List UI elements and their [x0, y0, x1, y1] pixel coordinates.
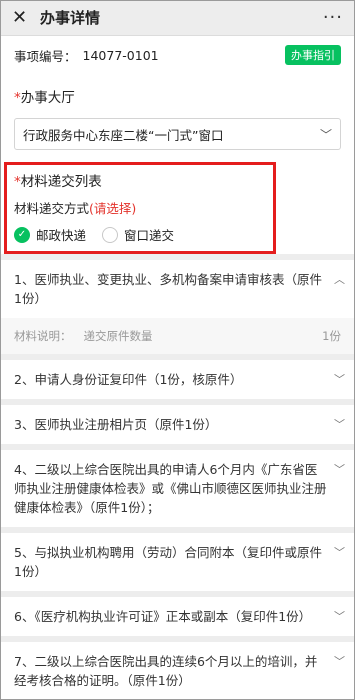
material-detail-count: 1份 — [322, 329, 341, 343]
list-item[interactable]: 1、医师执业、变更执业、多机构备案申请审核表（原件1份） ︿ — [0, 260, 355, 318]
close-icon[interactable]: ✕ — [12, 7, 34, 28]
list-item-text: 5、与拟执业机构聘用（劳动）合同附本（复印件或原件1份） — [14, 545, 322, 579]
chevron-down-icon: ﹀ — [334, 418, 345, 431]
chevron-down-icon: ﹀ — [319, 127, 332, 142]
item-id-row: 事项编号： 14077-0101 办事指引 — [0, 36, 355, 66]
chevron-down-icon: ﹀ — [334, 546, 345, 559]
list-item-text: 2、申请人身份证复印件（1份，核原件） — [14, 372, 243, 387]
material-section: *材料递交列表 材料递交方式(请选择) ✓ 邮政快递 窗口递交 — [0, 162, 355, 254]
material-detail-label: 材料说明： — [14, 329, 72, 343]
list-item[interactable]: 4、二级以上综合医院出具的申请人6个月内《广东省医师执业注册健康体检表》或《佛山… — [0, 450, 355, 527]
item-id-value: 14077-0101 — [82, 47, 159, 63]
material-detail-desc: 递交原件数量 — [83, 329, 153, 343]
hall-label: *办事大厅 — [0, 66, 355, 112]
list-item-text: 4、二级以上综合医院出具的申请人6个月内《广东省医师执业注册健康体检表》或《佛山… — [14, 462, 327, 515]
item-id-label: 事项编号： — [14, 48, 77, 64]
guide-button[interactable]: 办事指引 — [285, 45, 341, 65]
list-item[interactable]: 5、与拟执业机构聘用（劳动）合同附本（复印件或原件1份） ﹀ — [0, 533, 355, 591]
detail-card: 事项编号： 14077-0101 办事指引 *办事大厅 行政服务中心东座二楼“一… — [0, 36, 355, 254]
chevron-down-icon: ﹀ — [334, 610, 345, 623]
material-detail: 材料说明： 递交原件数量 1份 — [0, 318, 355, 354]
list-item[interactable]: 3、医师执业注册相片页（原件1份） ﹀ — [0, 405, 355, 444]
more-icon[interactable]: ··· — [323, 7, 343, 28]
list-item-text: 3、医师执业注册相片页（原件1份） — [14, 417, 218, 432]
chevron-down-icon: ﹀ — [334, 655, 345, 668]
list-item-text: 1、医师执业、变更执业、多机构备案申请审核表（原件1份） — [14, 272, 322, 306]
hall-label-text: 办事大厅 — [20, 90, 75, 106]
top-bar: ✕ 办事详情 ··· — [0, 0, 355, 36]
list-item-text: 6、《医疗机构执业许可证》正本或副本（复印件1份） — [14, 609, 312, 624]
page-title: 办事详情 — [40, 9, 101, 27]
chevron-up-icon: ︿ — [334, 273, 345, 286]
hall-select[interactable]: 行政服务中心东座二楼“一门式”窗口 ﹀ — [14, 118, 341, 150]
list-item[interactable]: 6、《医疗机构执业许可证》正本或副本（复印件1份） ﹀ — [0, 597, 355, 636]
material-list: 1、医师执业、变更执业、多机构备案申请审核表（原件1份） ︿ 材料说明： 递交原… — [0, 260, 355, 700]
list-item[interactable]: 2、申请人身份证复印件（1份，核原件） ﹀ — [0, 360, 355, 399]
list-item-text: 7、二级以上综合医院出具的连续6个月以上的培训，并经考核合格的证明。（原件1份） — [14, 654, 318, 688]
highlight-frame — [4, 162, 276, 254]
chevron-down-icon: ﹀ — [334, 463, 345, 476]
chevron-down-icon: ﹀ — [334, 373, 345, 386]
required-mark: * — [14, 90, 21, 106]
list-item[interactable]: 7、二级以上综合医院出具的连续6个月以上的培训，并经考核合格的证明。（原件1份）… — [0, 642, 355, 700]
hall-select-value: 行政服务中心东座二楼“一门式”窗口 — [23, 127, 224, 143]
